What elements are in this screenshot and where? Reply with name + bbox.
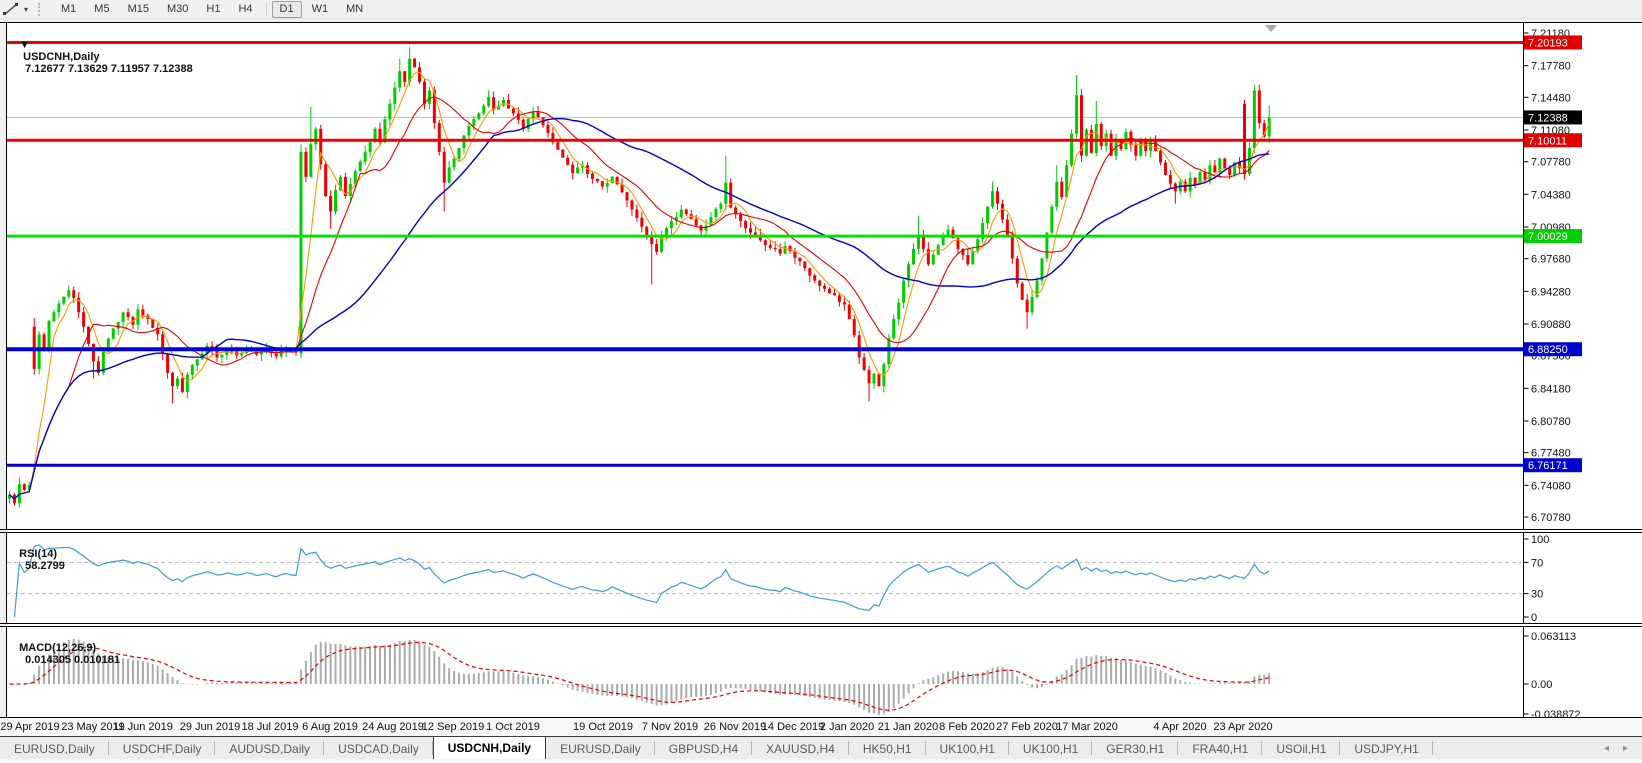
svg-text:7.00029: 7.00029 [1528,231,1568,243]
svg-text:6.80780: 6.80780 [1531,416,1571,428]
chart-tab-HK50-H1[interactable]: HK50,H1 [849,737,926,760]
date-tick-label: 7 Nov 2019 [642,721,698,733]
svg-text:30: 30 [1531,589,1543,601]
status-strip [0,759,1642,763]
svg-text:-0.038872: -0.038872 [1531,709,1581,718]
tf-button-H4[interactable]: H4 [230,1,260,18]
date-tick-label: 21 Jan 2020 [878,721,939,733]
date-tick-label: 23 Apr 2020 [1213,721,1272,733]
date-tick-label: 19 Oct 2019 [573,721,633,733]
symbol-dropdown-icon[interactable]: ▼ [19,39,30,51]
chart-tab-AUDUSD-Daily[interactable]: AUDUSD,Daily [215,737,324,760]
toolbar-separator [266,2,267,16]
svg-text:6.94280: 6.94280 [1531,286,1571,298]
svg-text:7.14480: 7.14480 [1531,92,1571,104]
svg-text:6.77480: 6.77480 [1531,448,1571,460]
chevron-down-icon: ▾ [24,5,28,14]
tf-button-W1[interactable]: W1 [304,1,337,18]
date-tick-label: 2 Jan 2020 [820,721,874,733]
macd-values: 0.014305 0.010181 [25,654,120,666]
tf-button-D1[interactable]: D1 [272,1,302,18]
rsi-panel-canvas[interactable]: 100 70 30 0 [0,532,1642,624]
chart-tab-USOil-H1[interactable]: USOil,H1 [1262,737,1340,760]
date-tick-label: 18 Jul 2019 [242,721,299,733]
chart-tab-USDCHF-Daily[interactable]: USDCHF,Daily [109,737,216,760]
chart-tab-GBPUSD-H4[interactable]: GBPUSD,H4 [655,737,752,760]
chart-tab-USDJPY-H1[interactable]: USDJPY,H1 [1340,737,1432,760]
ohlc-values: 7.12677 7.13629 7.11957 7.12388 [25,63,193,75]
symbol-label: USDCNH,Daily [23,51,99,63]
drawing-tool-icon[interactable]: ▾ [2,2,28,16]
rsi-label: RSI(14) [19,548,57,560]
date-tick-label: 14 Dec 2019 [762,721,824,733]
macd-label: MACD(12,26,9) [19,642,96,654]
chart-title: ▼ USDCNH,Daily 7.12677 7.13629 7.11957 7… [13,27,193,75]
tf-button-M15[interactable]: M15 [120,1,157,18]
svg-text:7.04380: 7.04380 [1531,189,1571,201]
date-tick-label: 12 Sep 2019 [422,721,484,733]
svg-text:6.84180: 6.84180 [1531,383,1571,395]
date-tick-label: 1 Oct 2019 [486,721,540,733]
date-tick-label: 8 Feb 2020 [939,721,995,733]
svg-text:0.00: 0.00 [1531,679,1552,691]
svg-text:6.88250: 6.88250 [1528,344,1568,356]
chart-tab-XAUUSD-H4[interactable]: XAUUSD,H4 [752,737,849,760]
tf-button-M1[interactable]: M1 [53,1,84,18]
svg-text:0.063113: 0.063113 [1531,631,1576,643]
tab-scroll-controls: ◂ ▸ [1604,737,1642,760]
svg-text:6.76171: 6.76171 [1528,460,1568,472]
chart-tab-UK100-H1[interactable]: UK100,H1 [926,737,1009,760]
svg-text:6.70780: 6.70780 [1531,512,1571,524]
date-tick-label: 27 Feb 2020 [996,721,1058,733]
svg-text:6.97680: 6.97680 [1531,254,1571,266]
chart-tab-GER30-H1[interactable]: GER30,H1 [1092,737,1178,760]
tf-button-H1[interactable]: H1 [198,1,228,18]
chart-tab-EURUSD-Daily[interactable]: EURUSD,Daily [0,737,109,760]
rsi-value: 58.2799 [25,560,65,572]
chart-tab-UK100-H1[interactable]: UK100,H1 [1009,737,1092,760]
chart-tab-bar: EURUSD,DailyUSDCHF,DailyAUDUSD,DailyUSDC… [0,736,1642,760]
svg-text:0: 0 [1531,612,1537,624]
date-tick-label: 24 Aug 2019 [362,721,424,733]
svg-text:6.74080: 6.74080 [1531,480,1571,492]
svg-text:70: 70 [1531,557,1543,569]
time-axis[interactable]: 29 Apr 201923 May 201911 Jun 201929 Jun … [0,718,1642,736]
svg-text:100: 100 [1531,534,1549,546]
date-tick-label: 26 Nov 2019 [704,721,766,733]
toolbar: ▾ M1M5M15M30H1H4 D1W1MN [0,0,1642,19]
tabs: EURUSD,DailyUSDCHF,DailyAUDUSD,DailyUSDC… [0,737,1433,760]
svg-text:7.07780: 7.07780 [1531,157,1571,169]
timeframe-buttons: M1M5M15M30H1H4 D1W1MN [52,1,372,18]
tab-scroll-left-icon[interactable]: ◂ [1604,743,1609,754]
tf-button-M5[interactable]: M5 [86,1,117,18]
chart-tab-USDCNH-Daily[interactable]: USDCNH,Daily [433,737,546,760]
tf-button-M30[interactable]: M30 [159,1,196,18]
svg-text:7.17780: 7.17780 [1531,61,1571,73]
date-tick-label: 4 Apr 2020 [1153,721,1206,733]
svg-text:7.10011: 7.10011 [1528,135,1567,147]
date-tick-label: 17 Mar 2020 [1056,721,1118,733]
toolbar-grip[interactable] [38,3,44,16]
chart-tab-EURUSD-Daily[interactable]: EURUSD,Daily [546,737,655,760]
svg-text:7.20193: 7.20193 [1528,37,1568,49]
mt4-window: { "toolbar": { "timeframes": ["M1","M5",… [0,0,1642,763]
macd-panel-canvas[interactable]: 0.063113 0.00 -0.038872 [0,626,1642,718]
date-tick-label: 11 Jun 2019 [113,721,173,733]
svg-text:6.90880: 6.90880 [1531,319,1571,331]
date-tick-label: 6 Aug 2019 [302,721,358,733]
chart-tab-USDCAD-Daily[interactable]: USDCAD,Daily [324,737,433,760]
trendline-icon [2,2,22,16]
tf-button-MN[interactable]: MN [338,1,371,18]
main-chart-canvas[interactable]: 7.211807.177807.144807.110807.077807.043… [0,22,1642,530]
date-tick-label: 29 Apr 2019 [0,721,59,733]
macd-header: MACD(12,26,9) 0.014305 0.010181 [13,630,120,666]
chart-tab-FRA40-H1[interactable]: FRA40,H1 [1178,737,1262,760]
svg-text:7.12388: 7.12388 [1528,112,1568,124]
date-tick-label: 29 Jun 2019 [180,721,241,733]
rsi-header: RSI(14) 58.2799 [13,536,65,572]
tab-scroll-right-icon[interactable]: ▸ [1623,743,1628,754]
